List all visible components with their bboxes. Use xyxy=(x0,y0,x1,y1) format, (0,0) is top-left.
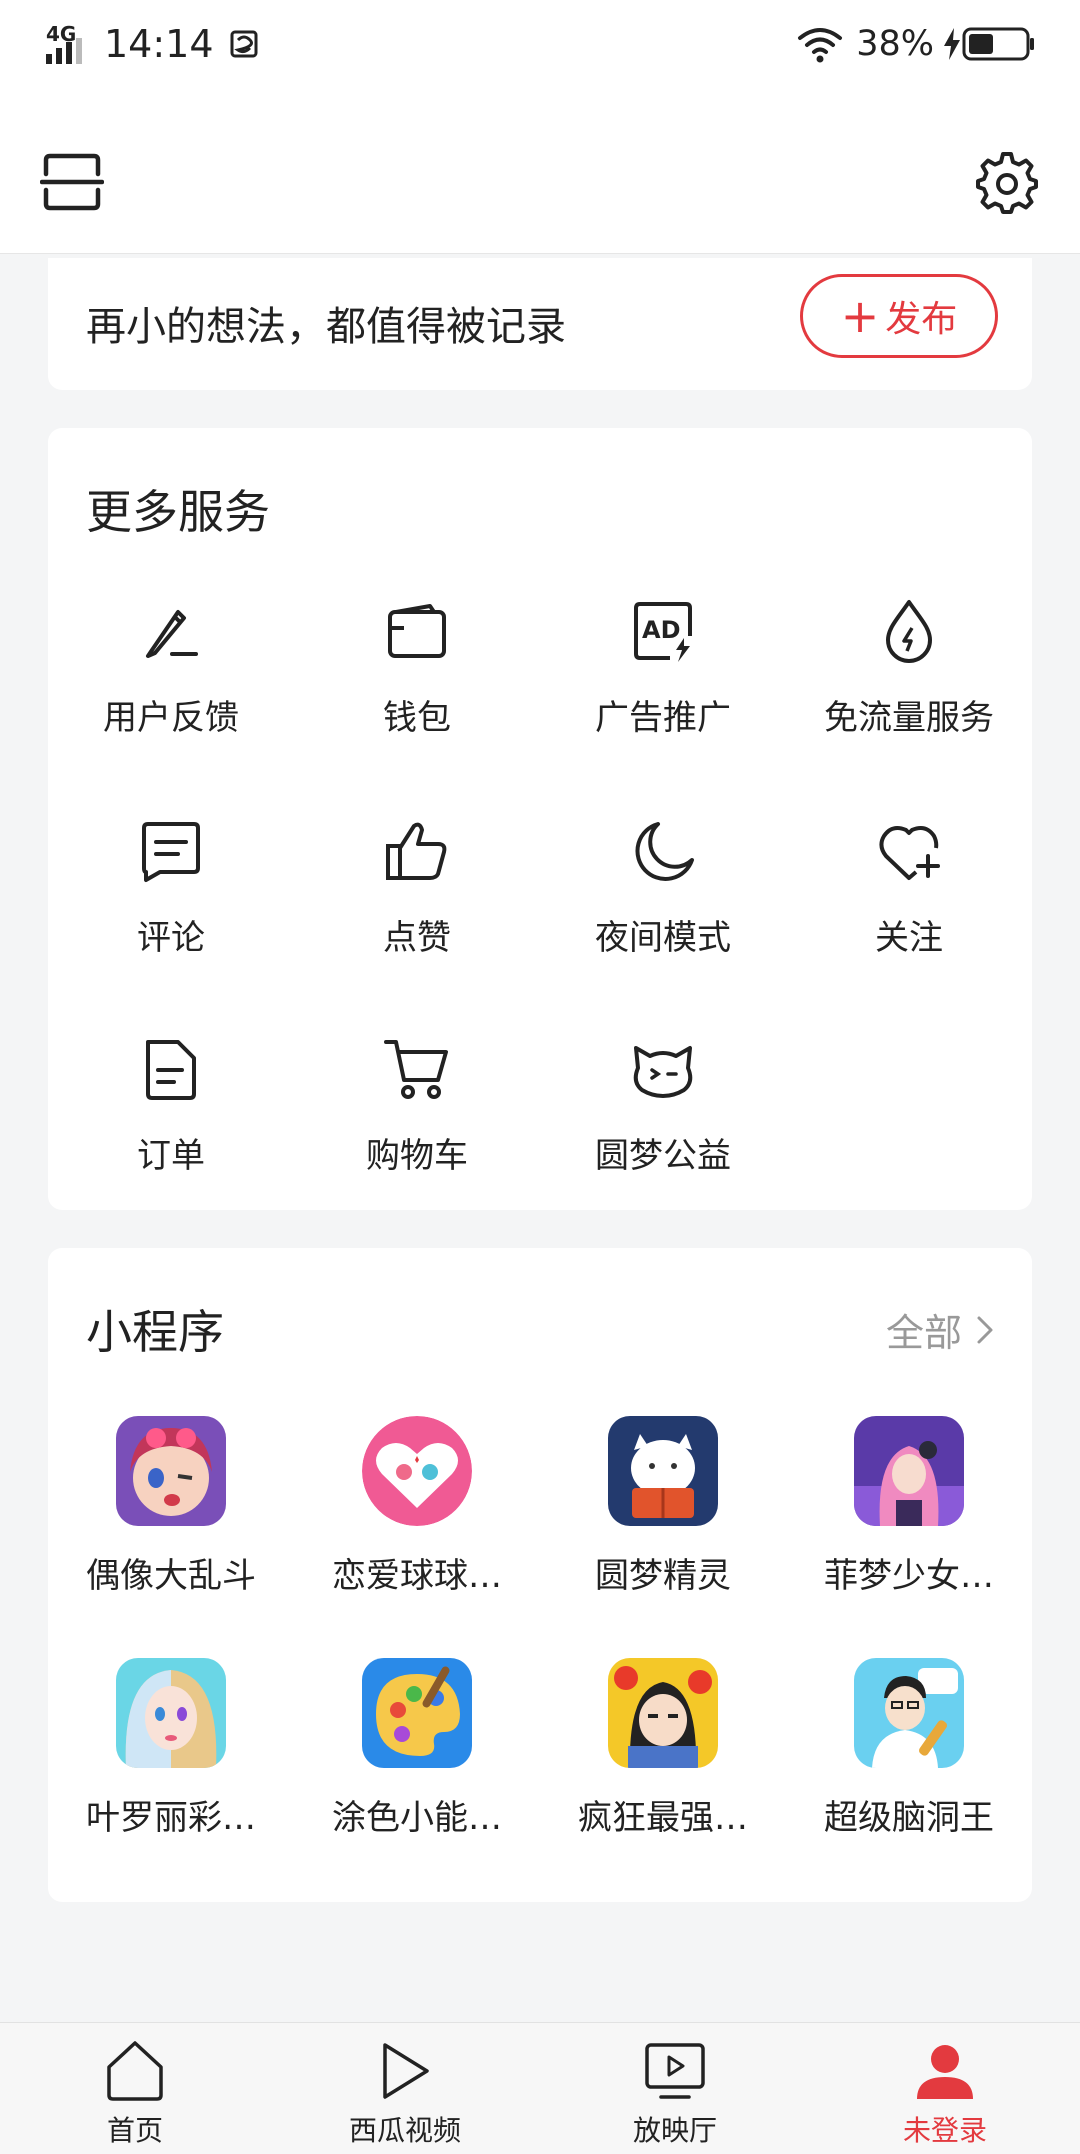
tab-label: 放映厅 xyxy=(632,2114,717,2147)
status-right: 38% xyxy=(796,18,1036,70)
idol-game-icon xyxy=(116,1416,226,1526)
mini-program-item[interactable]: 圆梦精灵 xyxy=(540,1416,786,1606)
document-icon xyxy=(146,1040,196,1100)
comment-icon xyxy=(142,822,200,882)
love-ball-icon xyxy=(362,1416,472,1526)
service-label: 订单 xyxy=(137,1136,205,1176)
view-all-link[interactable]: 全部 xyxy=(886,1302,994,1357)
service-charity[interactable]: 圆梦公益 xyxy=(540,1036,786,1226)
tab-profile[interactable]: 未登录 xyxy=(810,2023,1080,2154)
status-left: 4G 14:14 xyxy=(46,18,260,70)
play-icon xyxy=(383,2043,429,2099)
service-feedback[interactable]: 用户反馈 xyxy=(48,598,294,788)
top-header xyxy=(0,90,1080,254)
mini-program-label: 超级脑洞王 xyxy=(824,1798,994,1838)
tab-xigua-video[interactable]: 西瓜视频 xyxy=(270,2023,540,2154)
post-prompt-card: 再小的想法，都值得被记录 + 发布 xyxy=(48,258,1032,390)
network-indicator: 4G xyxy=(46,22,90,66)
ye-luo-li-icon xyxy=(116,1658,226,1768)
publish-label: 发布 xyxy=(885,299,958,340)
user-icon xyxy=(917,2045,973,2099)
service-cart[interactable]: 购物车 xyxy=(294,1036,540,1226)
service-night-mode[interactable]: 夜间模式 xyxy=(540,818,786,1008)
mini-program-item[interactable]: 涂色小能… xyxy=(294,1658,540,1848)
mini-program-item[interactable]: 叶罗丽彩… xyxy=(48,1658,294,1848)
mini-program-item[interactable]: 超级脑洞王 xyxy=(786,1658,1032,1848)
settings-button[interactable] xyxy=(974,150,1040,216)
service-label: 点赞 xyxy=(383,918,451,958)
ad-icon: AD xyxy=(634,602,692,662)
fei-meng-girl-icon xyxy=(854,1416,964,1526)
service-ad-promotion[interactable]: AD 广告推广 xyxy=(540,598,786,788)
service-orders[interactable]: 订单 xyxy=(48,1036,294,1226)
service-label: 用户反馈 xyxy=(103,698,239,738)
service-label: 广告推广 xyxy=(595,698,731,738)
service-label: 评论 xyxy=(137,918,205,958)
wifi-icon xyxy=(798,28,843,63)
home-icon xyxy=(107,2041,163,2101)
signal-icon xyxy=(46,38,82,64)
heart-plus-icon xyxy=(879,826,940,880)
mini-program-label: 恋爱球球… xyxy=(332,1556,502,1596)
service-label: 夜间模式 xyxy=(595,918,731,958)
post-prompt-text[interactable]: 再小的想法，都值得被记录 xyxy=(86,294,566,352)
moon-icon xyxy=(635,822,694,881)
service-label: 钱包 xyxy=(383,698,451,738)
droplet-icon xyxy=(886,600,932,663)
service-likes[interactable]: 点赞 xyxy=(294,818,540,1008)
battery-percent: 38% xyxy=(856,24,934,64)
cat-face-icon xyxy=(633,1046,693,1098)
cart-icon xyxy=(384,1040,448,1099)
service-follow[interactable]: 关注 xyxy=(786,818,1032,1008)
tab-label: 首页 xyxy=(106,2114,163,2147)
mini-program-label: 圆梦精灵 xyxy=(595,1556,731,1596)
crazy-strongest-icon xyxy=(608,1658,718,1768)
mini-program-label: 涂色小能… xyxy=(332,1798,502,1838)
mini-programs-title: 小程序 xyxy=(86,1305,224,1359)
mini-programs-card: 小程序 全部 偶像大乱斗 恋爱球球… 圆梦精灵 菲梦少女… 叶罗丽彩… 涂色小能… xyxy=(48,1248,1032,1902)
charging-icon xyxy=(944,28,960,60)
pen-icon xyxy=(146,610,198,658)
tab-label: 未登录 xyxy=(902,2114,987,2147)
mini-program-item[interactable]: 菲梦少女… xyxy=(786,1416,1032,1606)
scan-icon xyxy=(39,153,105,211)
service-label: 关注 xyxy=(875,918,943,958)
palette-icon xyxy=(362,1658,472,1768)
mini-program-label: 菲梦少女… xyxy=(824,1556,994,1596)
plus-icon: + xyxy=(840,289,880,343)
chevron-right-icon xyxy=(977,1316,993,1343)
service-wallet[interactable]: 钱包 xyxy=(294,598,540,788)
more-services-card: 更多服务 用户反馈 钱包 AD 广告推广 免流量服务 评论 点赞 夜间模式 关注… xyxy=(48,428,1032,1210)
brain-hole-king-icon xyxy=(854,1658,964,1768)
wallet-icon xyxy=(388,604,446,658)
notification-icon xyxy=(230,30,258,58)
mini-program-label: 偶像大乱斗 xyxy=(86,1556,256,1596)
service-label: 购物车 xyxy=(366,1136,468,1176)
mini-program-item[interactable]: 疯狂最强… xyxy=(540,1658,786,1848)
status-bar: 4G 14:14 38% xyxy=(0,0,1080,90)
service-label: 圆梦公益 xyxy=(595,1136,731,1176)
service-comments[interactable]: 评论 xyxy=(48,818,294,1008)
mini-program-item[interactable]: 恋爱球球… xyxy=(294,1416,540,1606)
more-services-title: 更多服务 xyxy=(86,485,270,539)
publish-button[interactable]: + 发布 xyxy=(800,274,998,358)
service-label: 免流量服务 xyxy=(824,698,994,738)
mini-program-label: 疯狂最强… xyxy=(578,1798,748,1838)
status-time: 14:14 xyxy=(104,22,214,66)
svg-text:AD: AD xyxy=(642,616,681,644)
tab-home[interactable]: 首页 xyxy=(0,2023,270,2154)
view-all-label: 全部 xyxy=(885,1311,962,1355)
bottom-tab-bar: 首页 西瓜视频 放映厅 未登录 xyxy=(0,2022,1080,2154)
tab-label: 西瓜视频 xyxy=(348,2114,461,2147)
tv-play-icon xyxy=(645,2043,705,2099)
service-free-data[interactable]: 免流量服务 xyxy=(786,598,1032,788)
battery-icon xyxy=(962,27,1034,61)
mini-program-label: 叶罗丽彩… xyxy=(86,1798,256,1838)
thumbs-up-icon xyxy=(386,822,447,880)
scan-button[interactable] xyxy=(39,150,105,214)
tab-cinema[interactable]: 放映厅 xyxy=(540,2023,810,2154)
mini-program-item[interactable]: 偶像大乱斗 xyxy=(48,1416,294,1606)
gear-icon xyxy=(976,152,1038,214)
dream-spirit-icon xyxy=(608,1416,718,1526)
